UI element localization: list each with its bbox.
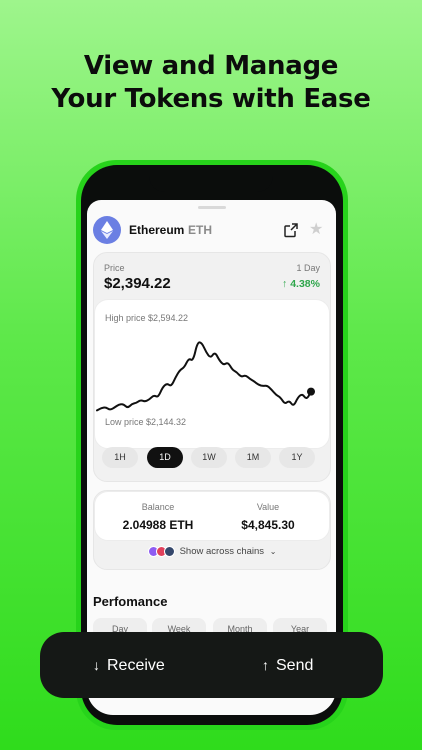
balance-card: Balance 2.04988 ETH Value $4,845.30 Show… [93,490,331,570]
value-amount: $4,845.30 [241,518,295,532]
star-icon[interactable]: ★ [309,221,327,239]
price-value: $2,394.22 [104,275,171,292]
ethereum-icon [93,216,121,244]
share-icon[interactable] [283,222,299,238]
sheet-grabber[interactable] [198,206,226,209]
action-bar: ↓ Receive ↑ Send [40,632,383,698]
arrow-down-icon: ↓ [93,657,100,673]
performance-title: Perfomance [93,594,168,609]
price-chart-svg [96,341,315,412]
range-button-1w[interactable]: 1W [191,447,227,468]
range-button-1h[interactable]: 1H [102,447,138,468]
phone-notch [149,165,273,192]
receive-button[interactable]: ↓ Receive [93,632,165,698]
chain-icons [147,546,176,557]
balance-summary: Balance 2.04988 ETH Value $4,845.30 [94,491,330,541]
range-button-1d[interactable]: 1D [147,447,183,468]
price-line [96,341,312,412]
send-label: Send [276,657,314,674]
price-change: ↑ 4.38% [282,278,320,290]
low-price-label: Low price $2,144.32 [105,417,187,427]
arrow-up-icon: ↑ [262,657,269,673]
token-symbol: ETH [188,223,212,237]
price-chart[interactable]: High price $2,594.22 Low price $2,144.32 [94,299,330,449]
show-across-chains-label: Show across chains [179,546,265,558]
period-label: 1 Day [296,263,320,273]
price-label: Price [104,263,125,273]
headline-line-1: View and Manage [83,51,339,81]
show-across-chains-button[interactable]: Show across chains ⌄ [94,546,330,557]
receive-label: Receive [107,657,165,674]
headline-line-2: Your Tokens with Ease [51,84,371,114]
current-price-point [307,387,315,396]
token-name: Ethereum [129,223,185,237]
price-card: Price $2,394.22 1 Day ↑ 4.38% High price… [93,252,331,482]
chevron-down-icon: ⌄ [269,547,277,557]
range-button-1y[interactable]: 1Y [279,447,315,468]
token-header: Ethereum ETH ★ [93,216,329,244]
time-range-selector: 1H 1D 1W 1M 1Y [102,447,322,469]
range-button-1m[interactable]: 1M [235,447,271,468]
send-button[interactable]: ↑ Send [262,632,313,698]
balance-value: 2.04988 ETH [122,518,194,532]
headline: View and Manage Your Tokens with Ease [0,50,422,116]
chain-icon [163,546,175,557]
balance-label: Balance [141,502,175,512]
value-label: Value [256,502,280,512]
